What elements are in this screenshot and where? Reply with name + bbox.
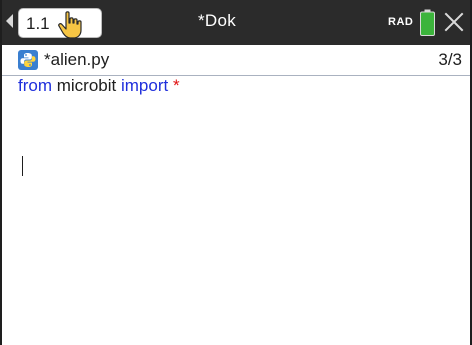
module-name: microbit xyxy=(52,76,121,95)
page-tab-label: 1.1 xyxy=(26,14,50,33)
file-name: *alien.py xyxy=(44,50,110,69)
handheld-screen: 1.1 *Dok RAD *alien.py 3/3 from microbit… xyxy=(0,0,472,345)
angle-mode-indicator: RAD xyxy=(388,16,414,28)
document-title: *Dok xyxy=(198,11,237,30)
tab-page-1-1[interactable]: 1.1 xyxy=(18,8,102,39)
python-icon xyxy=(18,50,38,70)
chevron-left-icon[interactable] xyxy=(6,14,13,28)
title-bar: 1.1 *Dok RAD xyxy=(2,0,470,45)
line-position-indicator: 3/3 xyxy=(438,50,462,69)
keyword-import: import xyxy=(120,76,169,95)
file-header: *alien.py 3/3 xyxy=(2,45,470,76)
keyword-from: from xyxy=(18,76,52,95)
text-cursor xyxy=(22,156,23,176)
code-line-1[interactable]: from microbit import * xyxy=(18,76,180,96)
battery-icon xyxy=(420,9,435,36)
hand-pointer-icon xyxy=(58,11,82,39)
close-icon[interactable] xyxy=(443,11,465,33)
code-editor[interactable]: from microbit import * xyxy=(2,76,470,345)
wildcard: * xyxy=(172,76,180,95)
